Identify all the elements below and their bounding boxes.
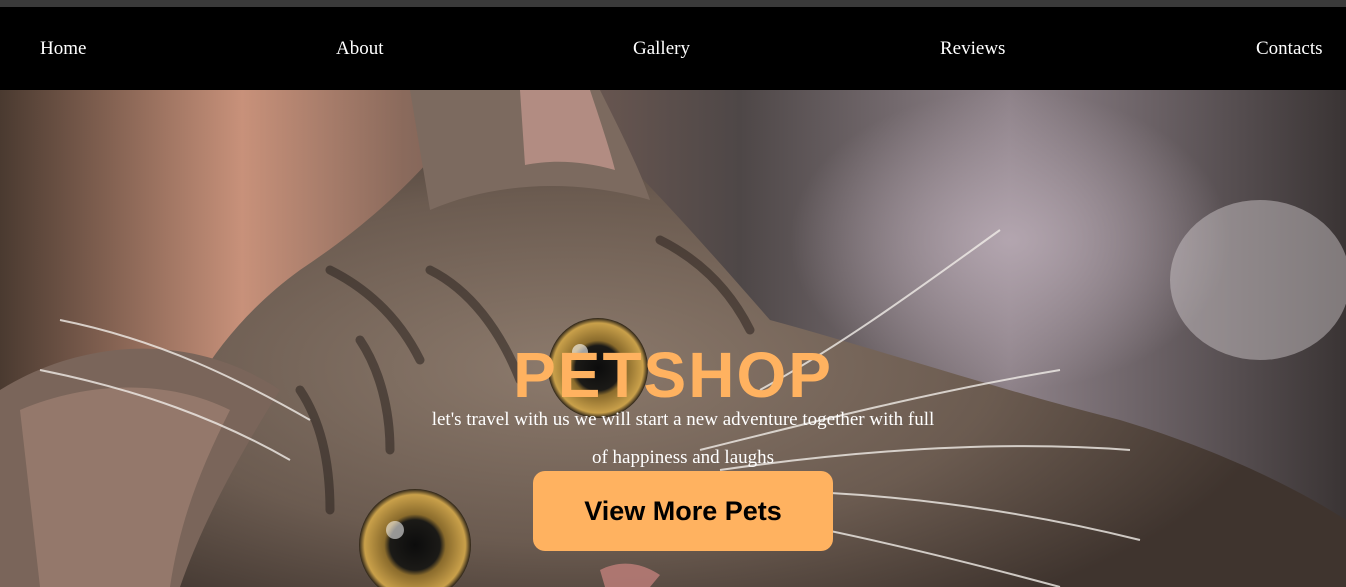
nav-link-about[interactable]: About bbox=[336, 37, 384, 61]
view-more-pets-button[interactable]: View More Pets bbox=[533, 471, 833, 551]
nav-link-contacts[interactable]: Contacts bbox=[1256, 37, 1323, 61]
main-navigation: Home About Gallery Reviews Contacts bbox=[0, 7, 1346, 90]
nav-link-reviews[interactable]: Reviews bbox=[940, 37, 1005, 61]
nav-link-gallery[interactable]: Gallery bbox=[633, 37, 690, 61]
nav-link-home[interactable]: Home bbox=[40, 37, 86, 61]
hero-subtitle: let's travel with us we will start a new… bbox=[431, 409, 935, 468]
browser-top-strip bbox=[0, 0, 1346, 7]
hero-section: PETSHOP let's travel with us we will sta… bbox=[0, 90, 1346, 587]
